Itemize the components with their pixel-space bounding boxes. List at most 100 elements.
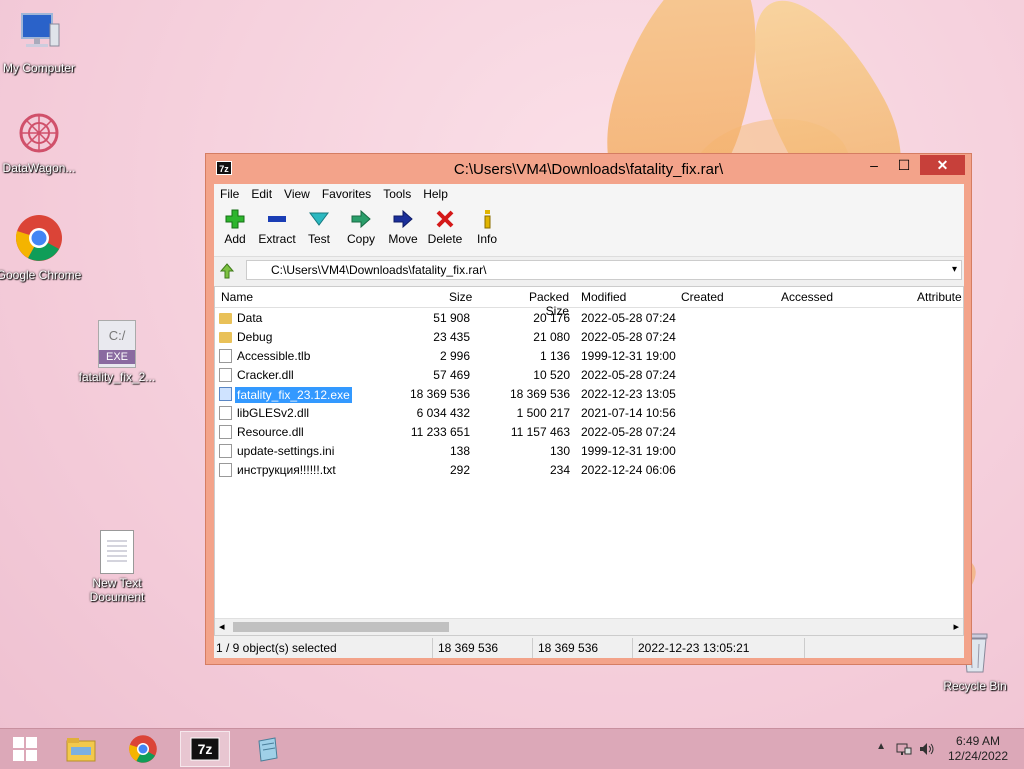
file-row[interactable]: update-settings.ini 138 130 1999-12-31 1… (215, 442, 963, 461)
datawagon-icon (0, 110, 84, 159)
close-button[interactable]: ✕ (920, 155, 965, 175)
dll-file-icon (219, 406, 232, 420)
volume-icon[interactable] (918, 741, 936, 757)
start-button[interactable] (0, 731, 50, 767)
file-name: Debug (237, 330, 273, 344)
desktop-icon-datawagon[interactable]: DataWagon... (0, 110, 84, 175)
file-modified: 2021-07-14 10:56 (581, 406, 676, 420)
move-button[interactable]: Move (382, 208, 424, 246)
show-hidden-icons-icon[interactable]: ▲ (876, 741, 886, 752)
toolbar: Add Extract Test Copy Move Delete Info (214, 204, 964, 257)
menu-view[interactable]: View (278, 184, 316, 204)
column-created[interactable]: Created (681, 290, 724, 304)
desktop-icon-new-text-document[interactable]: New Text Document (72, 530, 162, 604)
file-size: 138 (449, 444, 470, 458)
file-row[interactable]: libGLESv2.dll 6 034 432 1 500 217 2021-0… (215, 404, 963, 423)
notepad-taskbar-button[interactable] (242, 731, 292, 767)
column-name[interactable]: Name (221, 290, 253, 304)
file-name: fatality_fix_23.12.exe (235, 387, 352, 403)
chrome-icon (0, 213, 84, 266)
address-input[interactable]: C:\Users\VM4\Downloads\fatality_fix.rar\… (246, 260, 962, 280)
computer-icon (0, 10, 84, 59)
file-packed-size: 11 157 463 (510, 425, 570, 439)
menu-file[interactable]: File (214, 184, 245, 204)
extract-button[interactable]: Extract (256, 208, 298, 246)
move-icon (382, 208, 424, 230)
desktop-icon-my-computer[interactable]: My Computer (0, 10, 84, 75)
up-folder-icon[interactable] (218, 262, 236, 280)
desktop-icon-fatality-exe[interactable]: C:/ EXE fatality_fix_2... (72, 320, 162, 384)
extract-icon (256, 208, 298, 230)
file-packed-size: 18 369 536 (509, 387, 570, 401)
file-name: инструкция!!!!!!.txt (237, 463, 336, 477)
file-packed-size: 234 (549, 463, 570, 477)
scroll-left-icon[interactable]: ◂ (219, 620, 225, 633)
dll-file-icon (219, 425, 232, 439)
network-icon[interactable] (896, 741, 912, 757)
add-label: Add (224, 232, 246, 246)
desktop-icon-label: DataWagon... (2, 161, 76, 175)
add-icon (214, 208, 256, 230)
column-accessed[interactable]: Accessed (781, 290, 833, 304)
file-row[interactable]: Debug 23 435 21 080 2022-05-28 07:24 (215, 328, 963, 347)
menu-edit[interactable]: Edit (245, 184, 278, 204)
file-packed-size: 1 500 217 (516, 406, 570, 420)
test-button[interactable]: Test (298, 208, 340, 246)
file-modified: 1999-12-31 19:00 (581, 444, 676, 458)
address-bar: C:\Users\VM4\Downloads\fatality_fix.rar\… (214, 258, 964, 284)
chrome-taskbar-button[interactable] (118, 731, 168, 767)
column-attribute[interactable]: Attribute (917, 290, 962, 304)
column-modified[interactable]: Modified (581, 290, 626, 304)
desktop-icon-google-chrome[interactable]: Google Chrome (0, 213, 84, 282)
menu-bar: File Edit View Favorites Tools Help (214, 184, 964, 204)
7zip-taskbar-button[interactable]: 7z (180, 731, 230, 767)
delete-button[interactable]: Delete (424, 208, 466, 246)
maximize-button[interactable]: ☐ (889, 155, 919, 175)
chrome-icon (129, 735, 157, 763)
file-modified: 1999-12-31 19:00 (581, 349, 676, 363)
file-modified: 2022-05-28 07:24 (581, 368, 676, 382)
desktop-icon-label: fatality_fix_2... (78, 370, 156, 384)
menu-tools[interactable]: Tools (377, 184, 417, 204)
dll-file-icon (219, 368, 232, 382)
file-row[interactable]: Cracker.dll 57 469 10 520 2022-05-28 07:… (215, 366, 963, 385)
status-bar: 1 / 9 object(s) selected 18 369 536 18 3… (214, 638, 964, 658)
add-button[interactable]: Add (214, 208, 256, 246)
info-button[interactable]: Info (466, 208, 508, 246)
scroll-right-icon[interactable]: ▸ (953, 620, 959, 633)
address-text: C:\Users\VM4\Downloads\fatality_fix.rar\ (271, 263, 487, 277)
delete-label: Delete (427, 232, 463, 246)
menu-help[interactable]: Help (417, 184, 454, 204)
file-packed-size: 130 (549, 444, 570, 458)
desktop-icon-label: My Computer (2, 61, 76, 75)
file-size: 292 (449, 463, 470, 477)
test-icon (298, 208, 340, 230)
file-row[interactable]: Resource.dll 11 233 651 11 157 463 2022-… (215, 423, 963, 442)
chevron-down-icon[interactable]: ▾ (952, 261, 957, 279)
horizontal-scrollbar[interactable]: ◂ ▸ (215, 618, 963, 635)
file-packed-size: 10 520 (533, 368, 570, 382)
file-row[interactable]: Data 51 908 20 176 2022-05-28 07:24 (215, 309, 963, 328)
file-list-header: Name Size Packed Size Modified Created A… (215, 287, 963, 318)
file-packed-size: 1 136 (539, 349, 570, 363)
file-explorer-taskbar-button[interactable] (56, 731, 106, 767)
scrollbar-thumb[interactable] (233, 622, 449, 632)
desktop-icon-label: Recycle Bin (943, 679, 1007, 693)
exe-badge: C:/ (108, 328, 126, 343)
file-row[interactable]: Accessible.tlb 2 996 1 136 1999-12-31 19… (215, 347, 963, 366)
copy-button[interactable]: Copy (340, 208, 382, 246)
status-divider (432, 638, 433, 658)
status-divider (632, 638, 633, 658)
file-row[interactable]: инструкция!!!!!!.txt 292 234 2022-12-24 … (215, 461, 963, 480)
text-document-icon (100, 530, 134, 574)
status-divider (804, 638, 805, 658)
menu-favorites[interactable]: Favorites (316, 184, 377, 204)
file-modified: 2022-05-28 07:24 (581, 330, 676, 344)
file-size: 11 233 651 (410, 425, 470, 439)
column-size[interactable]: Size (449, 290, 472, 304)
clock[interactable]: 6:49 AM 12/24/2022 (948, 734, 1008, 764)
title-bar[interactable]: 7z C:\Users\VM4\Downloads\fatality_fix.r… (206, 154, 971, 184)
info-icon (466, 208, 508, 230)
minimize-button[interactable]: – (859, 155, 889, 175)
file-row-selected[interactable]: fatality_fix_23.12.exe 18 369 536 18 369… (215, 385, 963, 404)
